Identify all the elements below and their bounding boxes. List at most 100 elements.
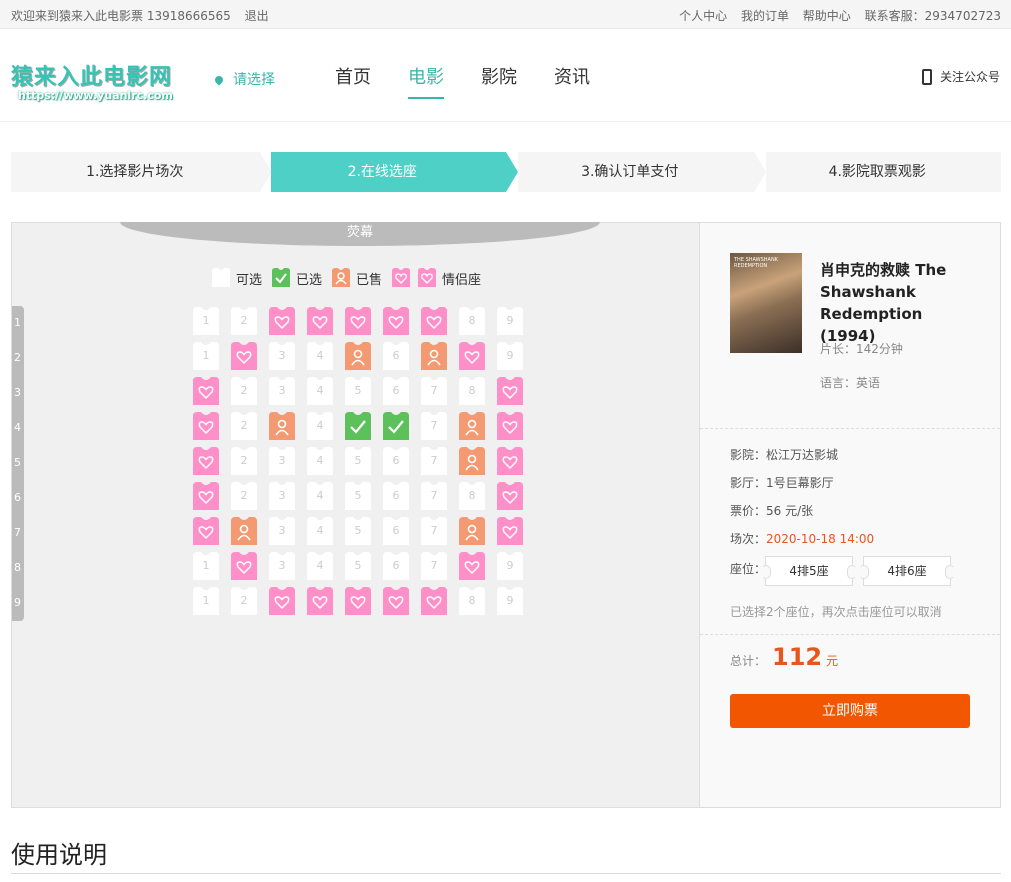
selected-seat-ticket[interactable]: 4排6座 <box>859 556 955 586</box>
seat-couple[interactable] <box>305 586 335 616</box>
seat-number: 9 <box>506 559 514 572</box>
seat-available[interactable]: 3 <box>267 516 297 546</box>
seat-available[interactable]: 3 <box>267 481 297 511</box>
seat-available[interactable]: 8 <box>457 376 487 406</box>
seat-available[interactable]: 3 <box>267 446 297 476</box>
seat-couple[interactable] <box>191 481 221 511</box>
seat-available[interactable]: 7 <box>419 446 449 476</box>
city-selector[interactable]: 请选择 <box>213 69 275 89</box>
seat-available[interactable]: 4 <box>305 376 335 406</box>
seat-available[interactable]: 6 <box>381 516 411 546</box>
seat-available[interactable]: 5 <box>343 446 373 476</box>
seat-available[interactable]: 2 <box>229 586 259 616</box>
seat-couple[interactable] <box>495 411 525 441</box>
seat-couple[interactable] <box>343 586 373 616</box>
seat-available[interactable]: 9 <box>495 306 525 336</box>
seat-couple[interactable] <box>191 516 221 546</box>
seat-number: 9 <box>506 314 514 327</box>
seat-couple[interactable] <box>191 446 221 476</box>
seat-couple[interactable] <box>229 551 259 581</box>
seat-available[interactable]: 1 <box>191 586 221 616</box>
showtime: 场次：2020-10-18 14:00 <box>730 530 874 547</box>
seat-couple[interactable] <box>495 376 525 406</box>
sold-seat-icon <box>332 268 351 287</box>
nav-home[interactable]: 首页 <box>335 63 371 99</box>
seat-couple[interactable] <box>457 341 487 371</box>
help-center-link[interactable]: 帮助中心 <box>803 9 851 23</box>
seat-available[interactable]: 6 <box>381 446 411 476</box>
seat-available[interactable]: 4 <box>305 481 335 511</box>
seat-available[interactable]: 6 <box>381 551 411 581</box>
seat-available[interactable]: 1 <box>191 551 221 581</box>
seat-available[interactable]: 9 <box>495 551 525 581</box>
selected-seat-ticket[interactable]: 4排5座 <box>761 556 857 586</box>
seat-available[interactable]: 5 <box>343 376 373 406</box>
seat-couple[interactable] <box>457 551 487 581</box>
seat-available[interactable]: 6 <box>381 341 411 371</box>
seat-available[interactable]: 7 <box>419 516 449 546</box>
seat-selected[interactable] <box>343 411 373 441</box>
seat-available[interactable]: 3 <box>267 341 297 371</box>
seat-number: 3 <box>278 454 286 467</box>
seat-available[interactable]: 5 <box>343 481 373 511</box>
movie-poster[interactable]: THE SHAWSHANK REDEMPTION <box>730 253 802 353</box>
seat-couple[interactable] <box>191 411 221 441</box>
nav-movies[interactable]: 电影 <box>408 63 444 99</box>
seat-available[interactable]: 6 <box>381 481 411 511</box>
seat-available[interactable]: 4 <box>305 516 335 546</box>
seat-available[interactable]: 4 <box>305 341 335 371</box>
header: 猿来入此电影网 https://www.yuanlrc.com 请选择 首页 电… <box>0 29 1011 122</box>
seat-available[interactable]: 9 <box>495 586 525 616</box>
follow-wechat-button[interactable]: 关注公众号 <box>921 68 1000 85</box>
seat-available[interactable]: 9 <box>495 341 525 371</box>
my-orders-link[interactable]: 我的订单 <box>741 9 789 23</box>
seat-available[interactable]: 4 <box>305 411 335 441</box>
seat-available[interactable]: 7 <box>419 481 449 511</box>
seat-couple[interactable] <box>267 586 297 616</box>
customer-service-link[interactable]: 联系客服：2934702723 <box>865 9 1001 23</box>
seat-available[interactable]: 8 <box>457 481 487 511</box>
seat-available[interactable]: 8 <box>457 306 487 336</box>
site-logo[interactable]: 猿来入此电影网 https://www.yuanlrc.com <box>11 59 173 102</box>
seat-couple[interactable] <box>381 586 411 616</box>
seat-available[interactable]: 3 <box>267 551 297 581</box>
seat-couple[interactable] <box>305 306 335 336</box>
seat-available[interactable]: 2 <box>229 376 259 406</box>
seat-couple[interactable] <box>343 306 373 336</box>
seat-number: 8 <box>468 384 476 397</box>
seat-available[interactable]: 2 <box>229 481 259 511</box>
step-label: 4.影院取票观影 <box>828 164 926 180</box>
seat-available[interactable]: 4 <box>305 551 335 581</box>
nav-cinemas[interactable]: 影院 <box>481 63 517 99</box>
seat-available[interactable]: 2 <box>229 306 259 336</box>
logout-link[interactable]: 退出 <box>245 9 269 23</box>
seat-available[interactable]: 2 <box>229 411 259 441</box>
seat-available[interactable]: 7 <box>419 551 449 581</box>
seat-available[interactable]: 1 <box>191 306 221 336</box>
seat-couple[interactable] <box>495 481 525 511</box>
seat-available[interactable]: 1 <box>191 341 221 371</box>
nav-news[interactable]: 资讯 <box>554 63 590 99</box>
seat-available[interactable]: 7 <box>419 411 449 441</box>
seat-available[interactable]: 5 <box>343 516 373 546</box>
buy-now-button[interactable]: 立即购票 <box>730 694 970 728</box>
seat-available[interactable]: 4 <box>305 446 335 476</box>
seat-available[interactable]: 6 <box>381 376 411 406</box>
logo-url: https://www.yuanlrc.com <box>18 89 173 102</box>
seat-couple[interactable] <box>419 586 449 616</box>
seat-couple[interactable] <box>495 516 525 546</box>
seat-number: 1 <box>202 559 210 572</box>
seat-available[interactable]: 3 <box>267 376 297 406</box>
seat-couple[interactable] <box>229 341 259 371</box>
seat-available[interactable]: 5 <box>343 551 373 581</box>
seat-available[interactable]: 7 <box>419 376 449 406</box>
seat-couple[interactable] <box>381 306 411 336</box>
user-center-link[interactable]: 个人中心 <box>679 9 727 23</box>
seat-couple[interactable] <box>267 306 297 336</box>
seat-available[interactable]: 8 <box>457 586 487 616</box>
seat-available[interactable]: 2 <box>229 446 259 476</box>
seat-couple[interactable] <box>191 376 221 406</box>
seat-couple[interactable] <box>495 446 525 476</box>
seat-couple[interactable] <box>419 306 449 336</box>
seat-selected[interactable] <box>381 411 411 441</box>
